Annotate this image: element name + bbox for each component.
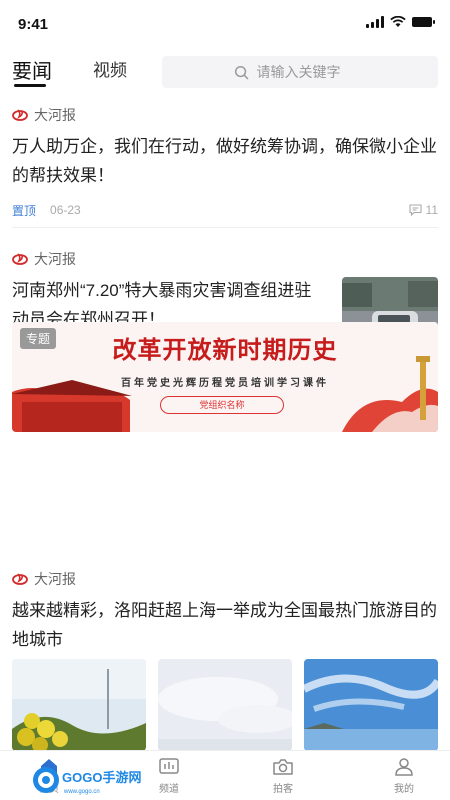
comment-count[interactable]: 11 (408, 203, 438, 217)
topic-banner[interactable]: 专题 改革开放新时期历史 百年党史光辉历程党员培训学习课件 党组织名称 (12, 322, 438, 432)
gogo-logo-icon: GOGO手游网 www.gogo.cn (33, 767, 141, 795)
channel-icon (159, 758, 179, 774)
search-bar[interactable] (162, 56, 438, 88)
article-title[interactable]: 越来越精彩，洛阳赶超上海一举成为全国最热门旅游目的地城市 (12, 596, 438, 654)
wifi-icon (390, 16, 406, 27)
dahebao-logo-icon (12, 253, 28, 265)
pinned-badge: 置顶 (12, 203, 37, 218)
article-image-3[interactable] (304, 659, 438, 751)
battery-icon (412, 17, 435, 27)
camera-icon (273, 759, 293, 775)
source-name: 大河报 (34, 251, 76, 267)
source-row: 大河报 (12, 568, 438, 590)
status-bar: 9:41 (0, 0, 450, 48)
news-item[interactable]: 大河报 万人助万企，我们在行动，做好统筹协调，确保微小企业的帮扶效果！ 置顶 0… (12, 104, 438, 228)
comment-icon (408, 204, 422, 216)
article-title[interactable]: 万人助万企，我们在行动，做好统筹协调，确保微小企业的帮扶效果！ (12, 132, 438, 190)
top-nav: 要闻 视频 (0, 50, 450, 94)
source-name: 大河报 (34, 571, 76, 587)
status-icons (366, 16, 435, 28)
watermark-brand: GOGO手游网 (62, 770, 141, 785)
comment-count-value: 11 (425, 203, 438, 217)
status-time: 9:41 (18, 16, 49, 33)
tab-video[interactable]: 视频 (93, 56, 127, 81)
nav-profile-label: 我的 (394, 784, 414, 795)
article-image-1[interactable] (12, 659, 146, 751)
dahebao-logo-icon (12, 109, 28, 121)
nav-shoot[interactable]: 拍客 (248, 757, 318, 795)
user-icon (395, 758, 413, 776)
nav-profile[interactable]: 我的 (369, 757, 439, 795)
source-row: 大河报 (12, 248, 438, 270)
lake-sky-image (304, 659, 438, 751)
article-image-2[interactable] (158, 659, 292, 751)
source-row: 大河报 (12, 104, 438, 126)
tab-news[interactable]: 要闻 (12, 55, 52, 84)
watermark-url: www.gogo.cn (63, 789, 100, 795)
search-icon (234, 65, 248, 79)
meta-row: 置顶 06-23 11 (12, 200, 438, 220)
cellular-signal-icon (366, 16, 384, 28)
banner-subtitle: 百年党史光辉历程党员培训学习课件 (121, 378, 329, 389)
banner-title: 改革开放新时期历史 (112, 337, 338, 364)
sky-clouds-image (158, 659, 292, 751)
nav-channel-label: 频道 (159, 784, 179, 795)
active-tab-indicator (14, 84, 46, 87)
rapeseed-field-image (12, 659, 146, 751)
nav-shoot-label: 拍客 (273, 784, 293, 795)
source-name: 大河报 (34, 107, 76, 123)
publish-date: 06-23 (50, 203, 81, 217)
search-input[interactable] (256, 64, 367, 80)
dahebao-logo-icon (12, 573, 28, 585)
gogo-watermark-logo: GOGO手游网 www.gogo.cn (30, 760, 150, 796)
banner-button[interactable]: 党组织名称 (160, 396, 284, 414)
